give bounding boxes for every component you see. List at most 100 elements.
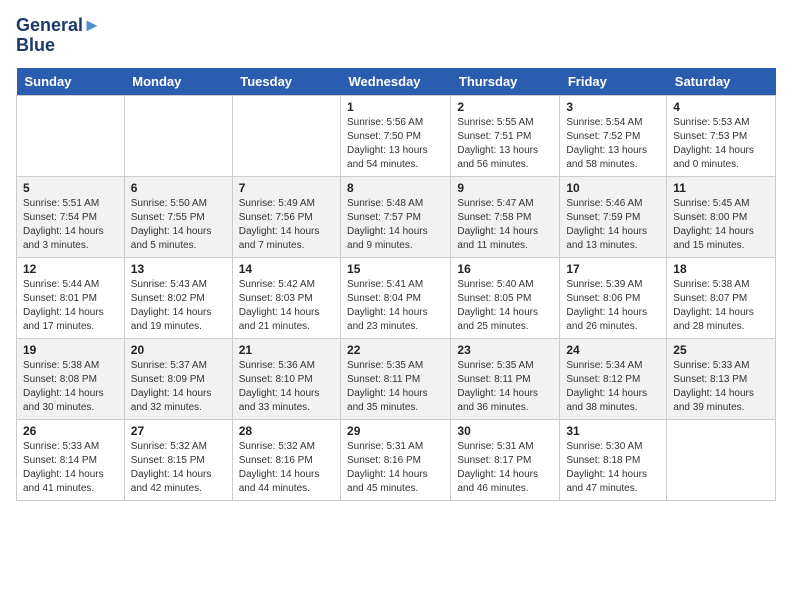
day-number: 10 bbox=[566, 181, 660, 195]
page-header: General►Blue bbox=[16, 16, 776, 56]
cell-content: Sunrise: 5:51 AMSunset: 7:54 PMDaylight:… bbox=[23, 197, 118, 253]
week-row-5: 26 Sunrise: 5:33 AMSunset: 8:14 PMDayligh… bbox=[17, 419, 776, 500]
day-number: 29 bbox=[347, 424, 444, 438]
week-row-1: 1 Sunrise: 5:56 AMSunset: 7:50 PMDaylight… bbox=[17, 95, 776, 176]
day-number: 7 bbox=[239, 181, 334, 195]
cell-content: Sunrise: 5:49 AMSunset: 7:56 PMDaylight:… bbox=[239, 197, 334, 253]
cell-content: Sunrise: 5:33 AMSunset: 8:14 PMDaylight:… bbox=[23, 440, 118, 496]
calendar-cell: 1 Sunrise: 5:56 AMSunset: 7:50 PMDaylight… bbox=[341, 95, 451, 176]
calendar-cell: 22 Sunrise: 5:35 AMSunset: 8:11 PMDayligh… bbox=[341, 338, 451, 419]
calendar-cell: 5 Sunrise: 5:51 AMSunset: 7:54 PMDaylight… bbox=[17, 176, 125, 257]
week-row-2: 5 Sunrise: 5:51 AMSunset: 7:54 PMDaylight… bbox=[17, 176, 776, 257]
day-number: 3 bbox=[566, 100, 660, 114]
day-number: 23 bbox=[457, 343, 553, 357]
day-number: 5 bbox=[23, 181, 118, 195]
calendar-cell: 23 Sunrise: 5:35 AMSunset: 8:11 PMDayligh… bbox=[451, 338, 560, 419]
cell-content: Sunrise: 5:31 AMSunset: 8:17 PMDaylight:… bbox=[457, 440, 553, 496]
cell-content: Sunrise: 5:33 AMSunset: 8:13 PMDaylight:… bbox=[673, 359, 769, 415]
day-number: 16 bbox=[457, 262, 553, 276]
calendar-cell: 9 Sunrise: 5:47 AMSunset: 7:58 PMDaylight… bbox=[451, 176, 560, 257]
header-wednesday: Wednesday bbox=[341, 68, 451, 96]
day-number: 28 bbox=[239, 424, 334, 438]
header-saturday: Saturday bbox=[667, 68, 776, 96]
calendar-cell: 7 Sunrise: 5:49 AMSunset: 7:56 PMDaylight… bbox=[232, 176, 340, 257]
day-number: 18 bbox=[673, 262, 769, 276]
calendar-cell: 27 Sunrise: 5:32 AMSunset: 8:15 PMDayligh… bbox=[124, 419, 232, 500]
day-number: 31 bbox=[566, 424, 660, 438]
calendar-cell: 14Sunrise: 5:42 AMSunset: 8:03 PMDayligh… bbox=[232, 257, 340, 338]
day-number: 6 bbox=[131, 181, 226, 195]
calendar-cell: 18 Sunrise: 5:38 AMSunset: 8:07 PMDayligh… bbox=[667, 257, 776, 338]
logo-text: General►Blue bbox=[16, 16, 101, 56]
calendar-cell: 17 Sunrise: 5:39 AMSunset: 8:06 PMDayligh… bbox=[560, 257, 667, 338]
calendar-cell: 11 Sunrise: 5:45 AMSunset: 8:00 PMDayligh… bbox=[667, 176, 776, 257]
day-number: 9 bbox=[457, 181, 553, 195]
day-number: 15 bbox=[347, 262, 444, 276]
week-row-4: 19Sunrise: 5:38 AMSunset: 8:08 PMDayligh… bbox=[17, 338, 776, 419]
cell-content: Sunrise: 5:37 AMSunset: 8:09 PMDaylight:… bbox=[131, 359, 226, 415]
day-number: 11 bbox=[673, 181, 769, 195]
cell-content: Sunrise: 5:45 AMSunset: 8:00 PMDaylight:… bbox=[673, 197, 769, 253]
cell-content: Sunrise: 5:46 AMSunset: 7:59 PMDaylight:… bbox=[566, 197, 660, 253]
calendar-cell: 4 Sunrise: 5:53 AMSunset: 7:53 PMDaylight… bbox=[667, 95, 776, 176]
calendar-cell: 8 Sunrise: 5:48 AMSunset: 7:57 PMDaylight… bbox=[341, 176, 451, 257]
calendar-cell: 6Sunrise: 5:50 AMSunset: 7:55 PMDaylight… bbox=[124, 176, 232, 257]
calendar-cell: 31 Sunrise: 5:30 AMSunset: 8:18 PMDayligh… bbox=[560, 419, 667, 500]
calendar-cell: 21 Sunrise: 5:36 AMSunset: 8:10 PMDayligh… bbox=[232, 338, 340, 419]
day-number: 20 bbox=[131, 343, 226, 357]
calendar-cell: 16 Sunrise: 5:40 AMSunset: 8:05 PMDayligh… bbox=[451, 257, 560, 338]
calendar-cell: 30 Sunrise: 5:31 AMSunset: 8:17 PMDayligh… bbox=[451, 419, 560, 500]
calendar-table: SundayMondayTuesdayWednesdayThursdayFrid… bbox=[16, 68, 776, 501]
calendar-cell: 19Sunrise: 5:38 AMSunset: 8:08 PMDayligh… bbox=[17, 338, 125, 419]
week-row-3: 12Sunrise: 5:44 AMSunset: 8:01 PMDayligh… bbox=[17, 257, 776, 338]
day-number: 21 bbox=[239, 343, 334, 357]
day-number: 30 bbox=[457, 424, 553, 438]
day-number: 12 bbox=[23, 262, 118, 276]
calendar-cell: 10 Sunrise: 5:46 AMSunset: 7:59 PMDayligh… bbox=[560, 176, 667, 257]
calendar-cell bbox=[232, 95, 340, 176]
day-number: 22 bbox=[347, 343, 444, 357]
day-number: 25 bbox=[673, 343, 769, 357]
calendar-cell: 24Sunrise: 5:34 AMSunset: 8:12 PMDayligh… bbox=[560, 338, 667, 419]
cell-content: Sunrise: 5:47 AMSunset: 7:58 PMDaylight:… bbox=[457, 197, 553, 253]
cell-content: Sunrise: 5:56 AMSunset: 7:50 PMDaylight:… bbox=[347, 116, 444, 172]
calendar-cell: 12Sunrise: 5:44 AMSunset: 8:01 PMDayligh… bbox=[17, 257, 125, 338]
day-number: 8 bbox=[347, 181, 444, 195]
cell-content: Sunrise: 5:31 AMSunset: 8:16 PMDaylight:… bbox=[347, 440, 444, 496]
day-number: 26 bbox=[23, 424, 118, 438]
cell-content: Sunrise: 5:35 AMSunset: 8:11 PMDaylight:… bbox=[347, 359, 444, 415]
cell-content: Sunrise: 5:41 AMSunset: 8:04 PMDaylight:… bbox=[347, 278, 444, 334]
calendar-cell: 28Sunrise: 5:32 AMSunset: 8:16 PMDayligh… bbox=[232, 419, 340, 500]
cell-content: Sunrise: 5:35 AMSunset: 8:11 PMDaylight:… bbox=[457, 359, 553, 415]
calendar-cell: 13 Sunrise: 5:43 AMSunset: 8:02 PMDayligh… bbox=[124, 257, 232, 338]
calendar-header-row: SundayMondayTuesdayWednesdayThursdayFrid… bbox=[17, 68, 776, 96]
cell-content: Sunrise: 5:32 AMSunset: 8:15 PMDaylight:… bbox=[131, 440, 226, 496]
cell-content: Sunrise: 5:54 AMSunset: 7:52 PMDaylight:… bbox=[566, 116, 660, 172]
calendar-cell bbox=[124, 95, 232, 176]
day-number: 13 bbox=[131, 262, 226, 276]
day-number: 17 bbox=[566, 262, 660, 276]
cell-content: Sunrise: 5:48 AMSunset: 7:57 PMDaylight:… bbox=[347, 197, 444, 253]
calendar-cell: 29 Sunrise: 5:31 AMSunset: 8:16 PMDayligh… bbox=[341, 419, 451, 500]
header-tuesday: Tuesday bbox=[232, 68, 340, 96]
calendar-cell: 2Sunrise: 5:55 AMSunset: 7:51 PMDaylight… bbox=[451, 95, 560, 176]
cell-content: Sunrise: 5:36 AMSunset: 8:10 PMDaylight:… bbox=[239, 359, 334, 415]
cell-content: Sunrise: 5:38 AMSunset: 8:07 PMDaylight:… bbox=[673, 278, 769, 334]
cell-content: Sunrise: 5:39 AMSunset: 8:06 PMDaylight:… bbox=[566, 278, 660, 334]
day-number: 19 bbox=[23, 343, 118, 357]
cell-content: Sunrise: 5:40 AMSunset: 8:05 PMDaylight:… bbox=[457, 278, 553, 334]
header-sunday: Sunday bbox=[17, 68, 125, 96]
logo: General►Blue bbox=[16, 16, 101, 56]
header-friday: Friday bbox=[560, 68, 667, 96]
day-number: 1 bbox=[347, 100, 444, 114]
cell-content: Sunrise: 5:43 AMSunset: 8:02 PMDaylight:… bbox=[131, 278, 226, 334]
calendar-cell bbox=[667, 419, 776, 500]
cell-content: Sunrise: 5:30 AMSunset: 8:18 PMDaylight:… bbox=[566, 440, 660, 496]
calendar-cell: 3 Sunrise: 5:54 AMSunset: 7:52 PMDaylight… bbox=[560, 95, 667, 176]
cell-content: Sunrise: 5:53 AMSunset: 7:53 PMDaylight:… bbox=[673, 116, 769, 172]
day-number: 4 bbox=[673, 100, 769, 114]
day-number: 27 bbox=[131, 424, 226, 438]
calendar-cell: 15 Sunrise: 5:41 AMSunset: 8:04 PMDayligh… bbox=[341, 257, 451, 338]
cell-content: Sunrise: 5:42 AMSunset: 8:03 PMDaylight:… bbox=[239, 278, 334, 334]
header-monday: Monday bbox=[124, 68, 232, 96]
